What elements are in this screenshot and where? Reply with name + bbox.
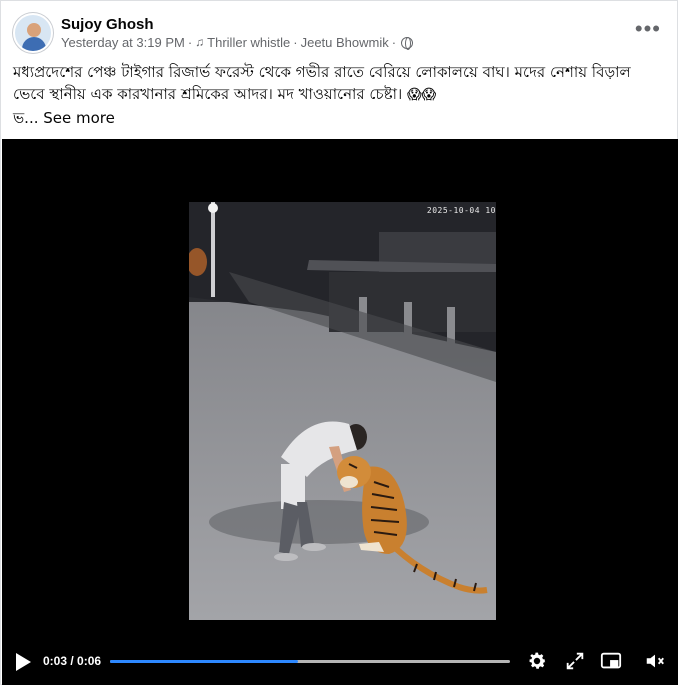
author-avatar[interactable] — [13, 13, 53, 53]
post-text: মধ্যপ্রদেশের পেঞ্চ টাইগার রিজার্ভ ফরেস্ট… — [13, 61, 663, 106]
video-progress-fill — [110, 660, 298, 663]
tagged-user-link[interactable]: Jeetu Bhowmik — [301, 34, 389, 51]
play-icon[interactable] — [16, 653, 31, 671]
author-name[interactable]: Sujoy Ghosh — [61, 15, 413, 34]
post-text-line-1: মধ্যপ্রদেশের পেঞ্চ টাইগার রিজার্ভ ফরেস্ট… — [13, 63, 631, 81]
expand-icon[interactable] — [564, 650, 586, 672]
post-meta: Sujoy Ghosh Yesterday at 3:19 PM · ♫ Thr… — [61, 15, 414, 51]
video-player[interactable]: 2025-10-04 10 0:03 / 0:06 — [2, 139, 678, 685]
audio-track-link[interactable]: Thriller whistle — [207, 34, 290, 51]
globe-icon[interactable] — [401, 36, 414, 50]
more-options-icon[interactable]: ••• — [635, 18, 661, 40]
video-scene — [189, 202, 496, 620]
post-text-line-2: ভেবে স্থানীয় এক কারখানার শ্রমিকের আদর। … — [13, 85, 437, 103]
post-header: Sujoy Ghosh Yesterday at 3:19 PM · ♫ Thr… — [13, 11, 667, 55]
video-timestamp: 2025-10-04 10 — [426, 206, 496, 215]
post-time[interactable]: Yesterday at 3:19 PM — [61, 34, 185, 51]
gear-icon[interactable] — [526, 650, 548, 672]
music-note-icon: ♫ — [195, 35, 205, 49]
see-more-line: ভ... See more — [13, 107, 115, 129]
video-controls: 0:03 / 0:06 — [2, 639, 678, 685]
see-more-link[interactable]: See more — [43, 109, 115, 127]
speaker-muted-icon[interactable] — [644, 650, 666, 672]
post-card: Sujoy Ghosh Yesterday at 3:19 PM · ♫ Thr… — [0, 0, 678, 685]
picture-in-picture-icon[interactable] — [600, 650, 622, 672]
video-progress-bar[interactable] — [110, 660, 510, 663]
post-subline: Yesterday at 3:19 PM · ♫ Thriller whistl… — [61, 34, 414, 51]
video-frame[interactable]: 2025-10-04 10 — [189, 202, 496, 620]
truncated-text: ভ... — [13, 109, 39, 127]
video-time: 0:03 / 0:06 — [43, 654, 102, 668]
scream-emoji: 😱😱 — [407, 87, 437, 103]
